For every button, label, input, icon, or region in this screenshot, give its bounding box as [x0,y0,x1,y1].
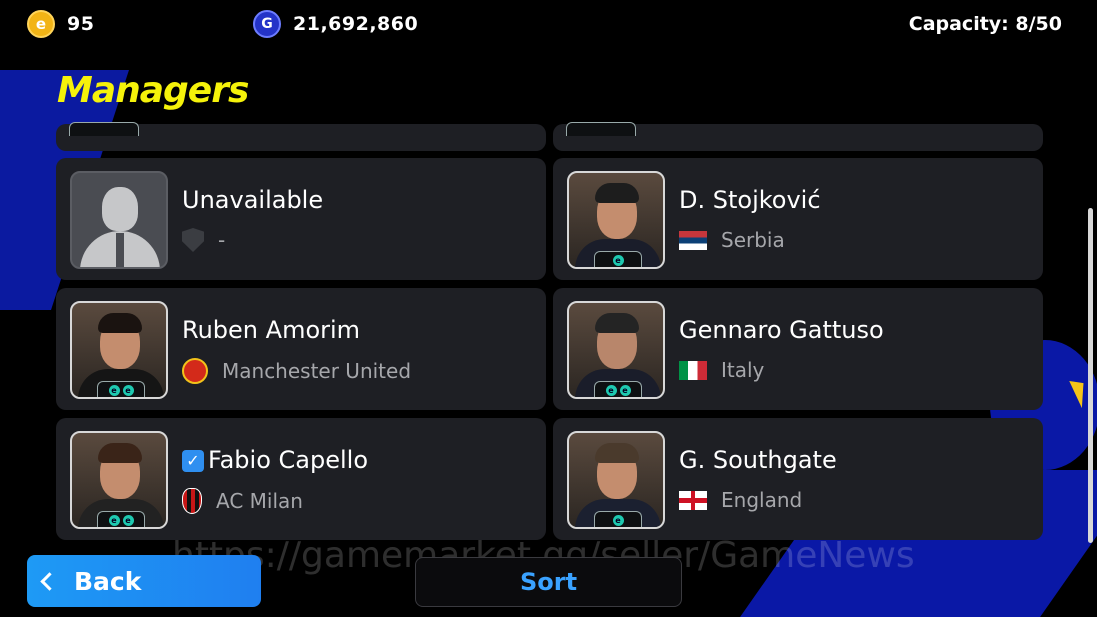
manager-team-label: - [218,228,226,252]
manager-team: Italy [679,358,764,382]
manager-team-label: England [721,488,803,512]
hair [98,443,142,463]
manager-card[interactable]: e G. Southgate England [553,418,1043,540]
hair [595,313,639,333]
hair [595,443,639,463]
manager-card[interactable]: ee Ruben Amorim Manchester United [56,288,546,410]
manager-portrait: e [567,431,665,529]
ecoin-value: 95 [67,13,95,35]
manager-name: Unavailable [182,186,324,214]
manager-name-row: ✓ Fabio Capello [182,446,368,474]
manager-card-partial[interactable] [56,122,546,151]
back-button[interactable]: Back [27,555,261,607]
manager-portrait: ee [70,301,168,399]
gp-value: 21,692,860 [293,13,419,35]
page-title: Managers [57,70,249,111]
manager-team: Serbia [679,228,785,252]
silhouette-tie [116,233,124,267]
manager-team: England [679,488,802,512]
verified-check-icon: ✓ [182,450,204,472]
rating-badge-icon: e [594,511,642,527]
ecoin-balance: e 95 [27,10,94,38]
rating-badge-icon: e [594,251,642,267]
manager-team-label: Manchester United [222,359,412,383]
gp-balance: G 21,692,860 [253,10,418,38]
silhouette-head [102,187,138,231]
manager-card[interactable]: ee ✓ Fabio Capello AC Milan [56,418,546,540]
serbia-flag-icon [679,230,707,250]
capacity-label: Capacity: 8/50 [908,13,1062,35]
manchester-united-crest-icon [182,358,208,384]
manager-portrait-placeholder [70,171,168,269]
sort-button[interactable]: Sort [415,557,682,607]
ecoin-icon: e [27,10,55,38]
manager-name: G. Southgate [679,446,837,474]
manager-card[interactable]: e D. Stojković Serbia [553,158,1043,280]
england-flag-icon [679,490,707,510]
chevron-left-icon [40,571,59,591]
italy-flag-icon [679,360,707,380]
manager-team-label: AC Milan [216,489,303,513]
manager-card-partial[interactable] [553,122,1043,151]
shield-gray-icon [182,228,204,252]
hair [595,183,639,203]
ac-milan-crest-icon [182,488,202,514]
rating-badge-icon [566,122,636,136]
rating-badge-icon: ee [97,511,145,527]
manager-portrait: e [567,171,665,269]
manager-team: AC Milan [182,488,303,514]
manager-card[interactable]: ee Gennaro Gattuso Italy [553,288,1043,410]
rating-badge-icon: ee [97,381,145,397]
manager-team-label: Serbia [721,228,785,252]
manager-portrait: ee [567,301,665,399]
manager-team-label: Italy [721,358,765,382]
rating-badge-icon: ee [594,381,642,397]
manager-team: - [182,228,225,252]
manager-portrait: ee [70,431,168,529]
hair [98,313,142,333]
manager-name: Ruben Amorim [182,316,361,344]
back-button-label: Back [74,566,142,596]
manager-team: Manchester United [182,358,411,384]
manager-name: Gennaro Gattuso [679,316,884,344]
manager-card[interactable]: Unavailable - [56,158,546,280]
manager-name: D. Stojković [679,186,821,214]
top-bar: e 95 G 21,692,860 Capacity: 8/50 [0,0,1097,50]
sort-button-label: Sort [519,568,578,596]
manager-name: Fabio Capello [208,446,369,474]
gp-icon: G [253,10,281,38]
scrollbar[interactable] [1088,208,1093,543]
rating-badge-icon [69,122,139,136]
